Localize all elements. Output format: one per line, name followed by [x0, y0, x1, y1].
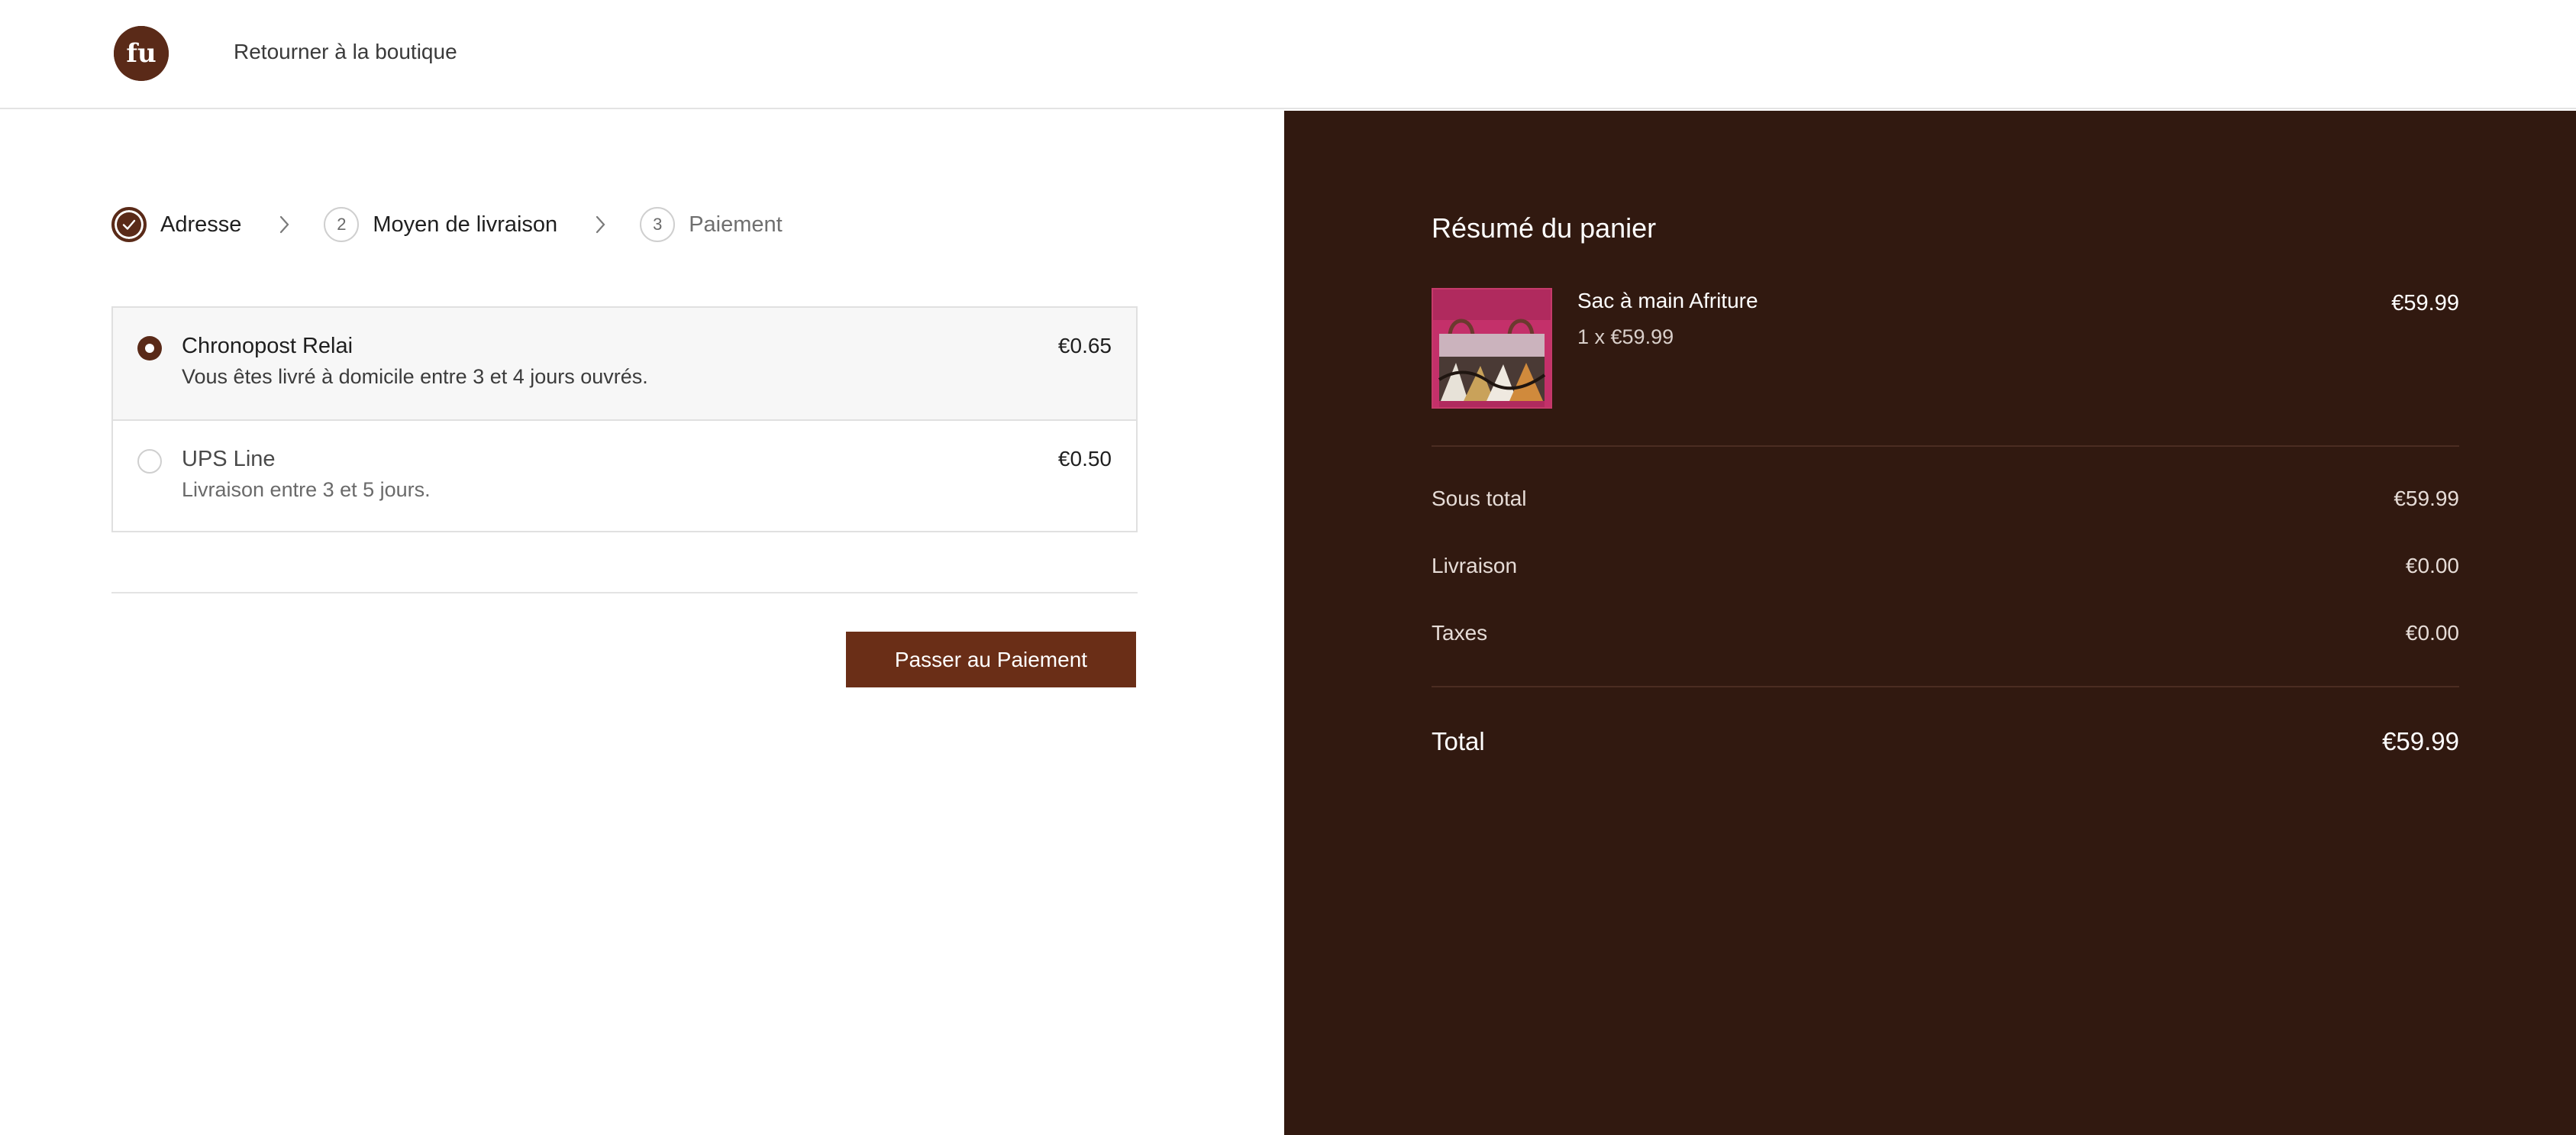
shipping-option-chronopost[interactable]: Chronopost Relai Vous êtes livré à domic…: [113, 308, 1136, 419]
total-row: Total €59.99: [1432, 727, 2459, 756]
shipping-option-description: Vous êtes livré à domicile entre 3 et 4 …: [182, 365, 648, 388]
summary-divider: [1432, 445, 2459, 447]
step-shipping-method: 2 Moyen de livraison: [324, 207, 557, 242]
step-payment: 3 Paiement: [640, 207, 783, 242]
product-price: €59.99: [2391, 291, 2459, 315]
product-thumbnail: [1432, 288, 1552, 409]
subtotal-row: Sous total €59.99: [1432, 487, 2459, 511]
afriture-logo[interactable]: fu: [114, 26, 169, 81]
subtotal-label: Sous total: [1432, 487, 1527, 510]
shipping-options: Chronopost Relai Vous êtes livré à domic…: [111, 306, 1138, 532]
shipping-option-price: €0.65: [1057, 334, 1112, 357]
checkout-main: Adresse 2 Moyen de livraison 3 Paiement …: [0, 111, 1284, 1135]
total-label: Total: [1432, 727, 1485, 755]
step-label-payment: Paiement: [689, 212, 783, 237]
continue-to-payment-button[interactable]: Passer au Paiement: [846, 632, 1136, 687]
step-address[interactable]: Adresse: [111, 207, 241, 242]
summary-divider: [1432, 686, 2459, 687]
step-label-address: Adresse: [160, 212, 242, 237]
product-name: Sac à main Afriture: [1577, 289, 1758, 312]
shipping-option-price: €0.50: [1057, 447, 1112, 470]
summary-title: Résumé du panier: [1432, 212, 1657, 244]
cart-summary: Résumé du panier Sac à main Afriture 1 x…: [1284, 111, 2576, 1135]
step-number-badge: 2: [324, 207, 360, 242]
check-icon: [122, 219, 136, 230]
taxes-row: Taxes €0.00: [1432, 621, 2459, 645]
shipping-option-description: Livraison entre 3 et 5 jours.: [182, 478, 431, 501]
subtotal-value: €59.99: [2394, 487, 2459, 510]
step-number-badge: 3: [640, 207, 676, 242]
total-value: €59.99: [2382, 727, 2459, 755]
shipping-option-ups[interactable]: UPS Line Livraison entre 3 et 5 jours. €…: [113, 419, 1136, 531]
shipping-label: Livraison: [1432, 554, 1518, 577]
shipping-row: Livraison €0.00: [1432, 554, 2459, 578]
shipping-option-name: Chronopost Relai: [182, 334, 353, 358]
handbag-image: [1433, 289, 1551, 407]
checkout-header: fu Retourner à la boutique: [0, 0, 2576, 109]
shipping-radio[interactable]: [137, 449, 162, 474]
step-completed-badge: [111, 207, 147, 242]
logo-letters: fu: [126, 38, 156, 69]
chevron-right-icon: [594, 214, 608, 235]
step-label-shipping: Moyen de livraison: [373, 212, 558, 237]
product-quantity: 1 x €59.99: [1577, 325, 1674, 348]
logo-mark-icon: fu: [114, 26, 169, 81]
checkout-steps: Adresse 2 Moyen de livraison 3 Paiement: [111, 206, 783, 243]
section-divider: [111, 592, 1138, 593]
shipping-radio-selected[interactable]: [137, 336, 162, 361]
taxes-label: Taxes: [1432, 621, 1488, 645]
taxes-value: €0.00: [2405, 621, 2459, 645]
chevron-right-icon: [278, 214, 292, 235]
shipping-value: €0.00: [2405, 554, 2459, 577]
shipping-option-name: UPS Line: [182, 447, 276, 471]
back-to-shop-link[interactable]: Retourner à la boutique: [234, 40, 457, 64]
